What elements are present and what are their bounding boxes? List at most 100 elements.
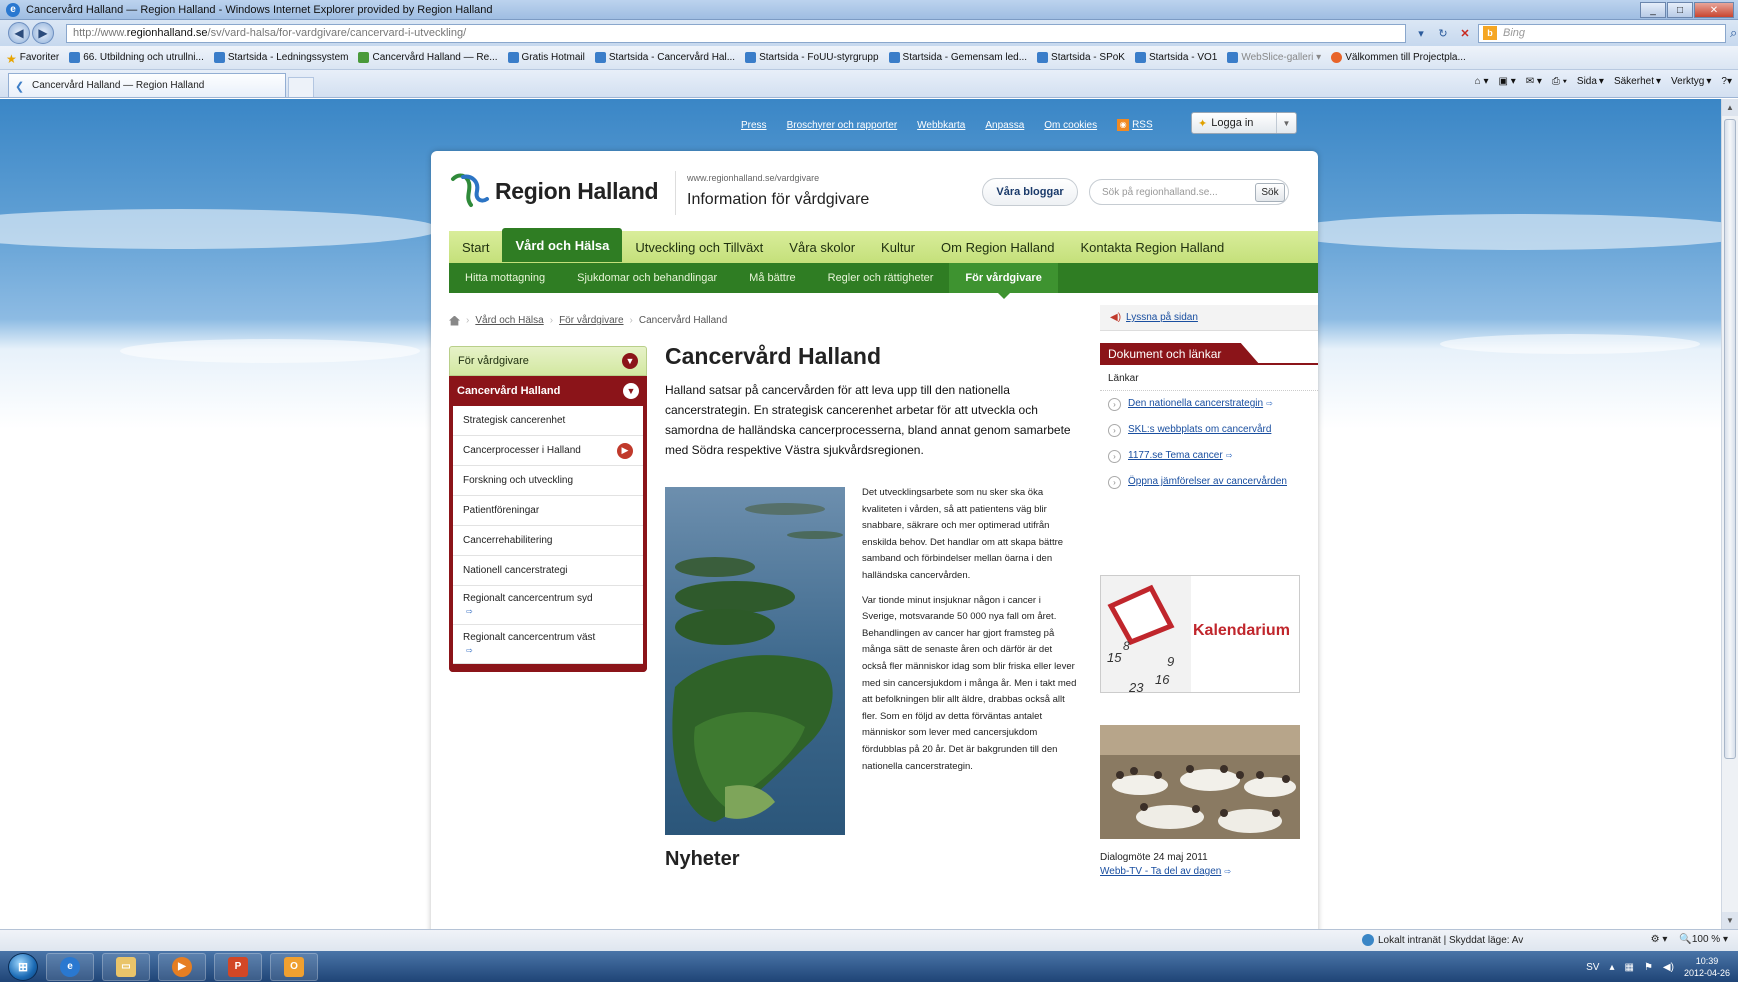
scroll-thumb[interactable] [1724,119,1736,759]
breadcrumb-link-vard[interactable]: Vård och Hälsa [475,315,543,326]
utility-link-customize[interactable]: Anpassa [985,120,1024,131]
sub-nav-ma-battre[interactable]: Må bättre [733,263,811,293]
left-menu-item-forskning[interactable]: Forskning och utveckling [453,466,643,496]
listen-link[interactable]: Lyssna på sidan [1126,312,1198,323]
favorite-link-1[interactable]: Startsida - Ledningssystem [213,52,348,63]
favorite-link-10[interactable]: Välkommen till Projectpla... [1331,52,1466,63]
search-button[interactable]: Sök [1255,183,1285,202]
taskbar-onenote[interactable]: O [270,952,318,981]
favorite-link-3[interactable]: Gratis Hotmail [507,52,585,63]
search-provider-field[interactable]: b Bing [1478,23,1726,43]
left-menu-parent[interactable]: För vårdgivare ▼ [449,346,647,376]
taskbar-explorer[interactable]: ▭ [102,952,150,981]
login-button[interactable]: ✦ Logga in ▼ [1191,112,1297,134]
utility-link-sitemap[interactable]: Webbkarta [917,120,965,131]
language-indicator[interactable]: SV [1586,962,1599,973]
taskbar-powerpoint[interactable]: P [214,952,262,981]
site-logo[interactable]: Region Halland [449,169,659,213]
back-button[interactable]: ◀ [8,22,30,44]
new-tab-button[interactable] [288,77,314,97]
favorites-button[interactable]: ★ Favoriter [6,52,59,66]
main-nav-kultur[interactable]: Kultur [868,231,928,263]
main-nav-om[interactable]: Om Region Halland [928,231,1067,263]
network-icon[interactable]: ▦ [1625,962,1634,973]
taskbar-outlook[interactable]: ▶ [158,952,206,981]
site-search-input[interactable]: Sök på regionhalland.se... Sök [1089,179,1289,205]
main-nav-vard-och-halsa[interactable]: Vård och Hälsa [502,228,623,262]
utility-link-press[interactable]: Press [741,120,767,131]
tools-menu[interactable]: Verktyg ▾ [1671,76,1711,87]
left-menu-item-rcc-vast[interactable]: Regionalt cancercentrum väst ⇨ [453,625,643,664]
clock[interactable]: 10:39 2012-04-26 [1684,955,1730,979]
scroll-down-icon[interactable]: ▼ [1722,912,1738,929]
forward-button[interactable]: ▶ [32,22,54,44]
address-field[interactable]: http://www. regionhalland.se/sv/vard-hals… [66,23,1406,43]
utility-link-brochures[interactable]: Broschyrer och rapporter [787,120,898,131]
sub-nav-sjukdomar[interactable]: Sjukdomar och behandlingar [561,263,733,293]
breadcrumb-link-vardgivare[interactable]: För vårdgivare [559,315,623,326]
meeting-photo[interactable] [1100,725,1300,839]
project-icon [1331,52,1343,63]
chevron-down-icon[interactable]: ▼ [1276,113,1296,133]
scroll-up-icon[interactable]: ▲ [1722,99,1738,116]
taskbar-ie[interactable]: e [46,952,94,981]
favorite-link-8[interactable]: Startsida - VO1 [1134,52,1217,63]
start-button[interactable]: ⊞ [8,952,38,981]
minimize-button[interactable]: _ [1640,2,1666,18]
home-icon[interactable] [449,315,460,326]
page-menu[interactable]: Sida ▾ [1577,76,1604,87]
favorite-link-6[interactable]: Startsida - Gemensam led... [888,52,1027,63]
utility-link-rss[interactable]: ◉ RSS [1117,119,1153,131]
main-nav-skolor[interactable]: Våra skolor [776,231,868,263]
main-nav-utveckling[interactable]: Utveckling och Tillväxt [622,231,776,263]
left-menu-item-rcc-syd[interactable]: Regionalt cancercentrum syd ⇨ [453,586,643,625]
safety-menu[interactable]: Säkerhet ▾ [1614,76,1661,87]
help-icon[interactable]: ?▾ [1721,76,1732,87]
feeds-button[interactable]: ▣ ▾ [1498,76,1515,87]
flag-icon[interactable]: ⚑ [1644,962,1653,973]
home-button[interactable]: ⌂ ▾ [1475,76,1489,87]
left-menu-item-strategisk[interactable]: Strategisk cancerenhet [453,406,643,436]
magnifier-icon[interactable]: ⌕ [1730,25,1737,41]
tools-dropdown[interactable]: ⚙ ▾ [1651,934,1668,945]
stop-icon[interactable]: ✕ [1456,25,1474,42]
refresh-icon[interactable]: ↻ [1434,25,1452,42]
dropdown-icon[interactable]: ▾ [1412,25,1430,42]
maximize-button[interactable]: □ [1667,2,1693,18]
favorite-link-5[interactable]: Startsida - FoUU-styrgrupp [745,52,879,63]
left-menu-item-nationell[interactable]: Nationell cancerstrategi [453,556,643,586]
print-button[interactable]: ⎙ ▾ [1552,76,1567,87]
mail-button[interactable]: ✉ ▾ [1526,76,1542,87]
volume-icon[interactable]: ◀) [1663,962,1674,973]
webb-tv-link[interactable]: Webb-TV - Ta del av dagen [1100,866,1221,877]
window-title: Cancervård Halland — Region Halland - Wi… [26,3,493,16]
main-nav-start[interactable]: Start [449,231,502,263]
zoom-control[interactable]: 🔍100 % ▾ [1679,934,1728,945]
left-menu-item-cancerprocesser[interactable]: Cancerprocesser i Halland ▶ [453,436,643,466]
security-zone[interactable]: Lokalt intranät | Skyddat läge: Av [1362,934,1523,946]
site-search-placeholder: Sök på regionhalland.se... [1102,186,1218,198]
left-menu-current[interactable]: Cancervård Halland ▼ [449,376,647,406]
doc-link-skl[interactable]: SKL:s webbplats om cancervård [1128,424,1271,435]
doc-link-cancerstrategin[interactable]: Den nationella cancerstrategin [1128,398,1263,409]
favorite-link-4[interactable]: Startsida - Cancervård Hal... [594,52,735,63]
close-button[interactable]: ✕ [1694,2,1734,18]
sub-nav-for-vardgivare[interactable]: För vårdgivare [949,263,1058,299]
sub-nav-hitta[interactable]: Hitta mottagning [449,263,561,293]
doc-link-jamforelser[interactable]: Öppna jämförelser av cancervården [1128,476,1287,487]
main-nav-kontakta[interactable]: Kontakta Region Halland [1067,231,1237,263]
left-menu-item-patientforeningar[interactable]: Patientföreningar [453,496,643,526]
sub-nav-regler[interactable]: Regler och rättigheter [812,263,950,293]
vertical-scrollbar[interactable]: ▲ ▼ [1721,99,1738,929]
kalendarium-banner[interactable]: 15 9 16 23 8 Kalendarium [1100,575,1300,693]
favorite-link-7[interactable]: Startsida - SPoK [1037,52,1125,63]
tray-arrow-icon[interactable]: ▴ [1609,962,1614,973]
favorite-link-0[interactable]: 66. Utbildning och utrullni... [69,52,204,63]
favorite-link-2[interactable]: Cancervård Halland — Re... [358,52,498,63]
blogs-button[interactable]: Våra bloggar [982,178,1078,206]
tab-cancervard[interactable]: ❮ Cancervård Halland — Region Halland [8,73,286,97]
doc-link-1177[interactable]: 1177.se Tema cancer [1128,450,1223,461]
left-menu-item-rehabilitering[interactable]: Cancerrehabilitering [453,526,643,556]
utility-link-cookies[interactable]: Om cookies [1044,120,1097,131]
favorite-link-9[interactable]: WebSlice-galleri ▾ [1227,52,1321,63]
